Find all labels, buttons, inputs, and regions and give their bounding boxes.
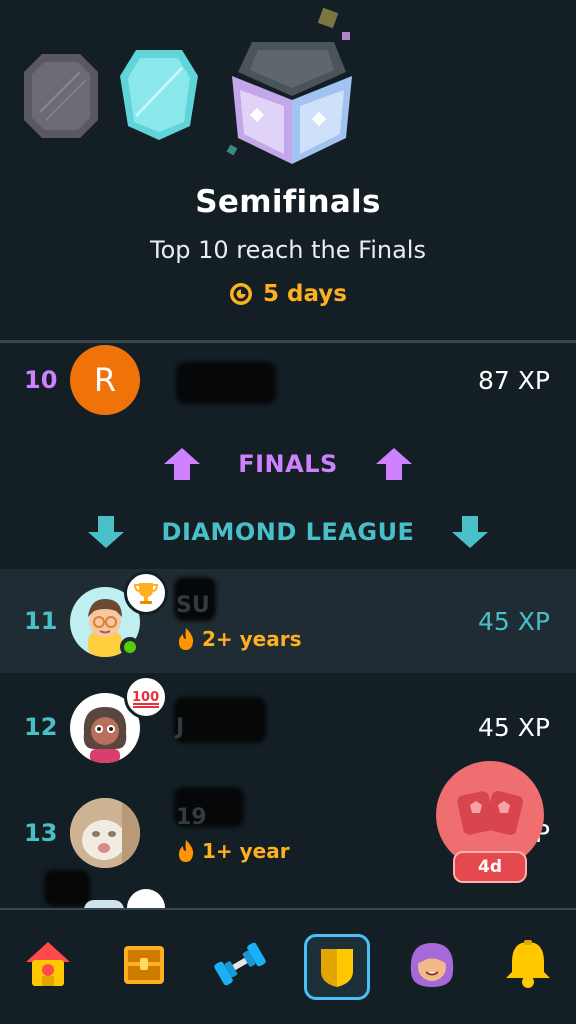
league-badge-icon xyxy=(120,50,198,140)
nav-practice[interactable] xyxy=(208,932,272,996)
avatar[interactable]: R xyxy=(70,345,140,415)
streak-text: 2+ years xyxy=(202,627,302,651)
bell-icon xyxy=(506,940,550,988)
league-subtitle: Top 10 reach the Finals xyxy=(150,236,426,264)
promotion-label: FINALS xyxy=(238,450,338,478)
promotion-zone: FINALS xyxy=(0,446,576,482)
rank-number: 10 xyxy=(24,366,58,394)
avatar[interactable] xyxy=(70,798,140,868)
arrow-up-icon xyxy=(164,448,201,480)
time-left: 5 days xyxy=(263,281,347,307)
league-title: Semifinals xyxy=(195,184,381,220)
user-name-redacted xyxy=(174,697,266,743)
dumbbell-icon xyxy=(214,942,266,986)
fire-icon xyxy=(179,628,194,650)
shield-icon xyxy=(321,949,353,987)
user-name: 19 xyxy=(176,805,207,830)
user-name: SU xyxy=(176,593,210,618)
fire-icon xyxy=(179,840,194,862)
streak-info: 1+ year xyxy=(176,839,290,863)
streak-info: 2+ years xyxy=(176,627,302,651)
demotion-label: DIAMOND LEAGUE xyxy=(161,518,415,546)
nav-notifications[interactable] xyxy=(496,932,560,996)
svg-text:100: 100 xyxy=(132,690,159,705)
nav-chest[interactable] xyxy=(112,932,176,996)
arrow-up-icon xyxy=(375,448,412,480)
rank-number: 13 xyxy=(24,819,58,847)
user-name-redacted xyxy=(44,870,90,906)
clock-icon xyxy=(230,283,252,305)
nav-profile[interactable] xyxy=(400,932,464,996)
profile-icon xyxy=(410,943,454,987)
home-icon xyxy=(26,942,70,986)
current-league-badge-icon xyxy=(226,7,352,164)
avatar-letter: R xyxy=(70,345,140,415)
streak-text: 1+ year xyxy=(202,839,290,863)
nav-leaderboard[interactable] xyxy=(304,934,370,1000)
chest-icon xyxy=(124,946,164,984)
league-timer: 5 days xyxy=(0,281,576,307)
rank-number: 12 xyxy=(24,713,58,741)
xp-value: 45 XP xyxy=(478,713,550,742)
hundred-icon: 100 xyxy=(132,690,159,708)
league-badge-icon xyxy=(24,54,98,138)
xp-value: 45 XP xyxy=(478,607,550,636)
user-name: J xyxy=(176,715,185,740)
avatar-photo-icon xyxy=(70,798,140,868)
badge-bubble xyxy=(124,886,168,910)
leaderboard-row[interactable]: 10 R 87 XP xyxy=(0,330,576,434)
bottom-nav xyxy=(0,908,576,1024)
demotion-zone: DIAMOND LEAGUE xyxy=(0,514,576,550)
chest-time-label: 4d xyxy=(453,851,527,883)
xp-value: 87 XP xyxy=(478,366,550,395)
rank-number: 11 xyxy=(24,607,58,635)
arrow-down-icon xyxy=(87,516,124,548)
leaderboard-row-current-user[interactable]: 11 SU 2+ years 45 XP xyxy=(0,569,576,673)
user-name-redacted xyxy=(176,362,276,404)
nav-home[interactable] xyxy=(16,932,80,996)
league-header: Semifinals Top 10 reach the Finals 5 day… xyxy=(0,0,576,340)
arrow-down-icon xyxy=(452,516,489,548)
hundred-badge: 100 xyxy=(124,675,168,719)
online-indicator xyxy=(120,637,140,657)
trophy-badge xyxy=(124,571,168,615)
trophy-icon xyxy=(133,583,159,604)
